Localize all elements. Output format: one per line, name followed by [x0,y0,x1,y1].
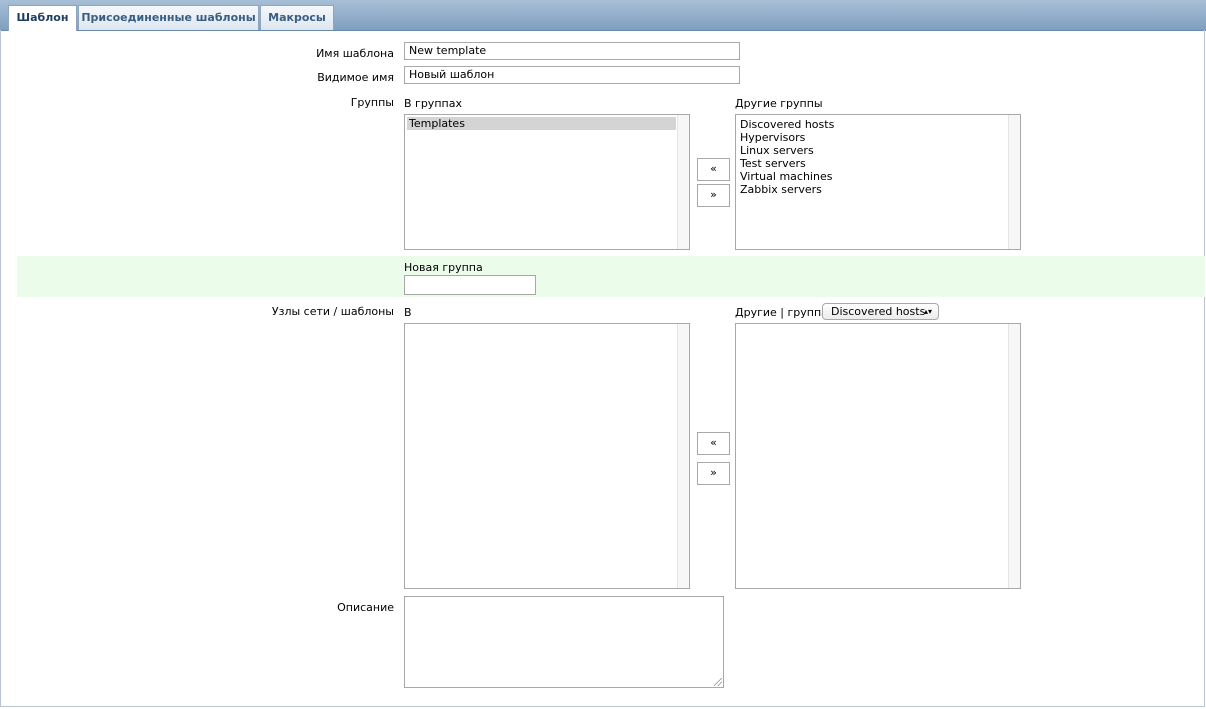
list-item[interactable]: Templates [407,117,676,130]
visible-name-input[interactable]: Новый шаблон [404,66,740,84]
description-textarea[interactable] [404,596,724,688]
hosts-other-listbox[interactable] [735,323,1021,589]
tab-macros[interactable]: Макросы [260,5,334,30]
other-groups-listbox[interactable]: Discovered hosts Hypervisors Linux serve… [735,114,1021,250]
list-item[interactable]: Virtual machines [736,170,1020,183]
scrollbar[interactable] [1008,324,1020,588]
new-group-row [17,256,1205,297]
hosts-other-group-label: Другие | группа [735,306,828,319]
hosts-in-listbox[interactable] [404,323,690,589]
groups-label: Группы [350,96,394,109]
move-left-button[interactable]: « [697,158,730,181]
visible-name-label: Видимое имя [317,71,394,84]
tab-template[interactable]: Шаблон [8,5,77,31]
list-item[interactable]: Linux servers [736,144,1020,157]
list-item[interactable]: Hypervisors [736,131,1020,144]
other-groups-label: Другие группы [735,97,823,110]
tab-bar: Шаблон Присоединенные шаблоны Макросы [0,0,1206,31]
scrollbar[interactable] [1008,115,1020,249]
in-groups-listbox[interactable]: Templates [404,114,690,250]
resize-grip-icon[interactable] [714,678,722,686]
in-groups-label: В группах [404,97,462,110]
list-item[interactable]: Test servers [736,157,1020,170]
template-name-input[interactable]: New template [404,42,740,60]
template-name-label: Имя шаблона [316,47,394,60]
scrollbar[interactable] [677,115,689,249]
new-group-input[interactable] [404,275,536,295]
tab-linked-templates[interactable]: Присоединенные шаблоны [78,5,259,30]
scrollbar[interactable] [677,324,689,588]
hosts-templates-label: Узлы сети / шаблоны [271,305,394,318]
move-right-button[interactable]: » [697,184,730,207]
hosts-in-label: В [404,306,412,319]
description-label: Описание [337,601,394,614]
new-group-label: Новая группа [404,261,483,274]
select-arrows-icon: ▴▾ [923,307,932,316]
list-item[interactable]: Discovered hosts [736,118,1020,131]
hosts-move-right-button[interactable]: » [697,462,730,485]
list-item[interactable]: Zabbix servers [736,183,1020,196]
group-select[interactable]: Discovered hosts ▴▾ [822,303,939,320]
hosts-move-left-button[interactable]: « [697,432,730,455]
group-select-value: Discovered hosts [831,305,926,318]
